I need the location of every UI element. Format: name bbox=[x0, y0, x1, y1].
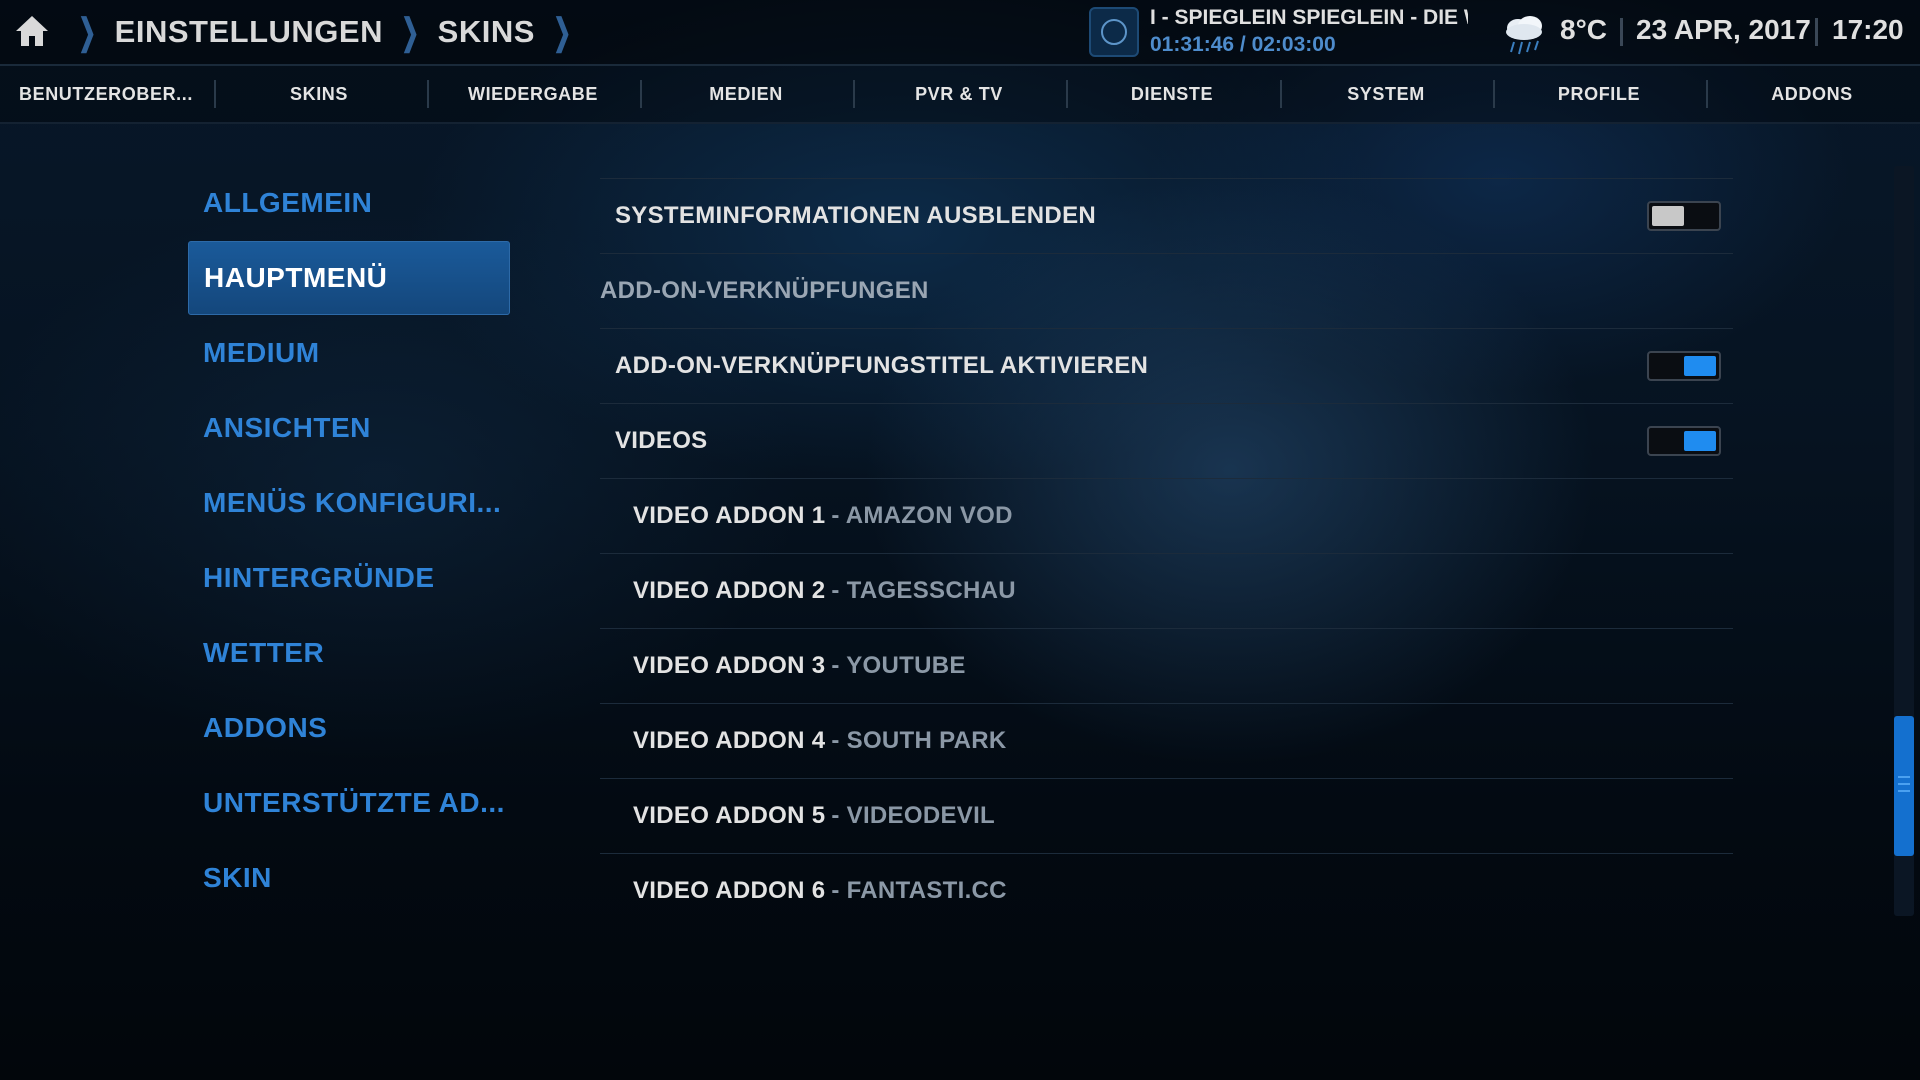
section-header: ADD-ON-VERKNÜPFUNGEN bbox=[600, 277, 929, 304]
menu-item-supported-addons[interactable]: UNTERSTÜTZTE AD... bbox=[188, 766, 510, 840]
addon-slot-value: - AMAZON VOD bbox=[831, 502, 1013, 529]
setting-videos[interactable]: VIDEOS bbox=[600, 404, 1733, 478]
setting-label: VIDEO ADDON 3- YOUTUBE bbox=[633, 629, 966, 703]
addon-slot-value: - FANTASTI.CC bbox=[831, 877, 1007, 904]
menu-item-views[interactable]: ANSICHTEN bbox=[188, 391, 510, 465]
tab-profiles[interactable]: PROFILE bbox=[1493, 66, 1705, 122]
menu-item-weather[interactable]: WETTER bbox=[188, 616, 510, 690]
setting-hide-system-info[interactable]: SYSTEMINFORMATIONEN AUSBLENDEN bbox=[600, 179, 1733, 253]
breadcrumb-item-skins[interactable]: SKINS bbox=[438, 14, 535, 50]
setting-video-addon-6[interactable]: VIDEO ADDON 6- FANTASTI.CC bbox=[600, 854, 1733, 928]
toggle-knob bbox=[1684, 431, 1716, 451]
category-bar-divider bbox=[0, 122, 1920, 124]
tab-system[interactable]: SYSTEM bbox=[1280, 66, 1492, 122]
weather-temperature: 8°C bbox=[1560, 14, 1607, 45]
chevron-right-icon: ❯ bbox=[401, 11, 420, 52]
setting-label: SYSTEMINFORMATIONEN AUSBLENDEN bbox=[615, 202, 1097, 229]
setting-label: VIDEOS bbox=[615, 427, 708, 454]
toggle-switch[interactable] bbox=[1647, 426, 1721, 456]
setting-video-addon-1[interactable]: VIDEO ADDON 1- AMAZON VOD bbox=[600, 479, 1733, 553]
addon-slot-value: - VIDEODEVIL bbox=[831, 802, 995, 829]
menu-item-skin[interactable]: SKIN bbox=[188, 841, 510, 915]
setting-video-addon-2[interactable]: VIDEO ADDON 2- TAGESSCHAU bbox=[600, 554, 1733, 628]
tab-services[interactable]: DIENSTE bbox=[1066, 66, 1278, 122]
addon-slot-value: - SOUTH PARK bbox=[831, 727, 1007, 754]
addon-slot-label: VIDEO ADDON 4 bbox=[633, 727, 826, 754]
toggle-knob bbox=[1684, 356, 1716, 376]
grip-icon bbox=[1898, 776, 1910, 792]
setting-label: VIDEO ADDON 5- VIDEODEVIL bbox=[633, 779, 995, 853]
setting-label: VIDEO ADDON 6- FANTASTI.CC bbox=[633, 854, 1007, 928]
menu-item-configure-menus[interactable]: MENÜS KONFIGURI... bbox=[188, 466, 510, 540]
setting-enable-addon-titles[interactable]: ADD-ON-VERKNÜPFUNGSTITEL AKTIVIEREN bbox=[600, 329, 1733, 403]
addon-slot-label: VIDEO ADDON 3 bbox=[633, 652, 826, 679]
header-separator bbox=[1815, 18, 1818, 46]
now-playing-thumbnail[interactable] bbox=[1089, 7, 1139, 57]
header-separator bbox=[1620, 18, 1623, 46]
tab-addons[interactable]: ADDONS bbox=[1706, 66, 1918, 122]
setting-label: VIDEO ADDON 1- AMAZON VOD bbox=[633, 479, 1013, 553]
setting-label: VIDEO ADDON 2- TAGESSCHAU bbox=[633, 554, 1016, 628]
current-time: 17:20 bbox=[1832, 14, 1904, 45]
setting-video-addon-4[interactable]: VIDEO ADDON 4- SOUTH PARK bbox=[600, 704, 1733, 778]
menu-item-medium[interactable]: MEDIUM bbox=[188, 316, 510, 390]
addon-slot-label: VIDEO ADDON 2 bbox=[633, 577, 826, 604]
home-icon[interactable] bbox=[14, 14, 50, 48]
toggle-switch[interactable] bbox=[1647, 201, 1721, 231]
now-playing-time: 01:31:46 / 02:03:00 bbox=[1150, 33, 1336, 56]
tab-playback[interactable]: WIEDERGABE bbox=[427, 66, 639, 122]
now-playing-title: I - SPIEGLEIN SPIEGLEIN - DIE W bbox=[1150, 6, 1468, 29]
tab-media[interactable]: MEDIEN bbox=[640, 66, 852, 122]
addon-slot-value: - YOUTUBE bbox=[831, 652, 966, 679]
setting-video-addon-5[interactable]: VIDEO ADDON 5- VIDEODEVIL bbox=[600, 779, 1733, 853]
chevron-right-icon: ❯ bbox=[78, 11, 97, 52]
current-date: 23 APR, 2017 bbox=[1636, 14, 1811, 45]
menu-item-main-menu[interactable]: HAUPTMENÜ bbox=[188, 241, 510, 315]
addon-slot-label: VIDEO ADDON 6 bbox=[633, 877, 826, 904]
tab-interface[interactable]: BENUTZEROBER... bbox=[0, 66, 212, 122]
tab-skins[interactable]: SKINS bbox=[213, 66, 425, 122]
rain-cloud-icon bbox=[1506, 16, 1542, 55]
chevron-right-icon: ❯ bbox=[553, 11, 572, 52]
tab-pvr-tv[interactable]: PVR & TV bbox=[853, 66, 1065, 122]
toggle-switch[interactable] bbox=[1647, 351, 1721, 381]
menu-item-backgrounds[interactable]: HINTERGRÜNDE bbox=[188, 541, 510, 615]
breadcrumb: ❯ EINSTELLUNGEN ❯ SKINS ❯ bbox=[60, 0, 590, 64]
menu-item-general[interactable]: ALLGEMEIN bbox=[188, 166, 510, 240]
addon-slot-label: VIDEO ADDON 5 bbox=[633, 802, 826, 829]
setting-label: VIDEO ADDON 4- SOUTH PARK bbox=[633, 704, 1007, 778]
setting-video-addon-3[interactable]: VIDEO ADDON 3- YOUTUBE bbox=[600, 629, 1733, 703]
breadcrumb-item-settings[interactable]: EINSTELLUNGEN bbox=[115, 14, 383, 50]
addon-slot-label: VIDEO ADDON 1 bbox=[633, 502, 826, 529]
addon-slot-value: - TAGESSCHAU bbox=[831, 577, 1016, 604]
setting-label: ADD-ON-VERKNÜPFUNGSTITEL AKTIVIEREN bbox=[615, 352, 1149, 379]
toggle-knob bbox=[1652, 206, 1684, 226]
menu-item-addons[interactable]: ADDONS bbox=[188, 691, 510, 765]
